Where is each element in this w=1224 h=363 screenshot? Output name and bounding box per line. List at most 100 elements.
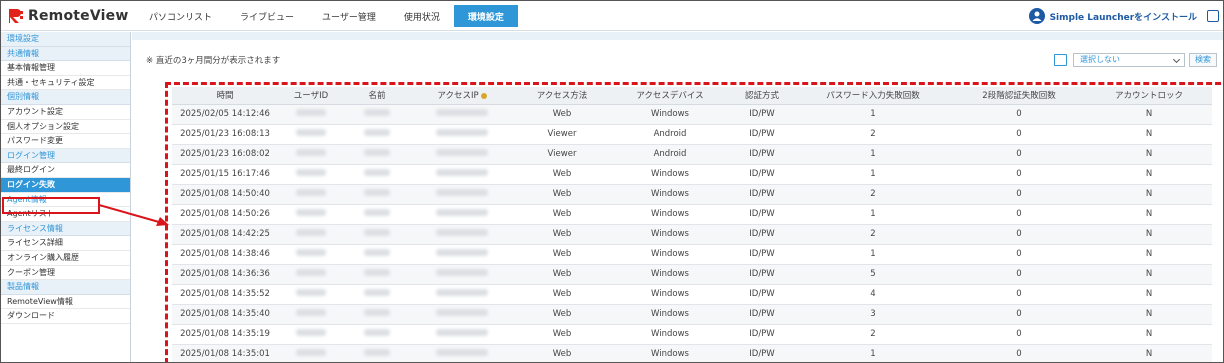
table-cell: Windows: [610, 164, 730, 185]
column-header[interactable]: ユーザID: [278, 87, 344, 105]
table-row[interactable]: 2025/01/08 14:35:40 Web Windows ID/PW 3 0 N: [172, 304, 1212, 325]
table-cell: Android: [610, 124, 730, 145]
redacted-value: [364, 209, 390, 216]
redacted-value: [296, 189, 326, 196]
table-cell: Web: [514, 184, 610, 205]
search-button[interactable]: 検索: [1189, 53, 1217, 67]
table-cell: [344, 244, 410, 265]
redacted-value: [436, 209, 488, 216]
table-cell: [278, 324, 344, 345]
table-cell: N: [1086, 324, 1212, 345]
sidebar-item[interactable]: RemoteView情報: [1, 295, 130, 310]
table-row[interactable]: 2025/01/08 14:50:26 Web Windows ID/PW 1 0 N: [172, 204, 1212, 225]
table-cell: Viewer: [514, 144, 610, 165]
nav-tab[interactable]: 環境設定: [453, 5, 518, 27]
table-cell: 1: [794, 344, 952, 362]
redacted-value: [296, 289, 326, 296]
table-row[interactable]: 2025/01/08 14:50:40 Web Windows ID/PW 2 0 N: [172, 184, 1212, 205]
sidebar-item[interactable]: ダウンロード: [1, 309, 130, 324]
nav-tab[interactable]: パソコンリスト: [135, 5, 226, 27]
table-cell: [344, 284, 410, 305]
table-cell: N: [1086, 244, 1212, 265]
sidebar-item[interactable]: 共通・セキュリティ設定: [1, 76, 130, 91]
table-cell: 5: [794, 264, 952, 285]
table-row[interactable]: 2025/01/08 14:38:46 Web Windows ID/PW 1 0 N: [172, 244, 1212, 265]
column-header[interactable]: 名前: [344, 87, 410, 105]
calendar-icon[interactable]: [1207, 10, 1219, 22]
table-cell: N: [1086, 104, 1212, 125]
table-row[interactable]: 2025/01/08 14:36:36 Web Windows ID/PW 5 0 N: [172, 264, 1212, 285]
table-header-row: 時間 ユーザID 名前 アクセスIP アクセス方法 アクセスデバイス 認証方式 パスワード入力…: [172, 87, 1212, 105]
table-row[interactable]: 2025/01/08 14:35:19 Web Windows ID/PW 2 0 N: [172, 324, 1212, 345]
person-glyph-icon: [1032, 11, 1042, 21]
table-cell: 2025/01/08 14:36:36: [172, 264, 278, 285]
redacted-value: [296, 129, 326, 136]
column-header[interactable]: アカウントロック: [1086, 87, 1212, 105]
person-download-icon[interactable]: [1028, 8, 1045, 24]
sidebar-item[interactable]: 基本情報管理: [1, 61, 130, 76]
table-row[interactable]: 2025/01/08 14:35:52 Web Windows ID/PW 4 0 N: [172, 284, 1212, 305]
sidebar-item[interactable]: オンライン購入履歴: [1, 251, 130, 266]
table-cell: ID/PW: [730, 244, 794, 265]
column-header[interactable]: アクセスIP: [410, 87, 514, 105]
table-cell: N: [1086, 184, 1212, 205]
table-cell: ID/PW: [730, 184, 794, 205]
sidebar-section-header: 共通情報: [1, 46, 130, 62]
table-cell: Web: [514, 164, 610, 185]
column-header[interactable]: パスワード入力失敗回数: [794, 87, 952, 105]
table-cell: 2025/01/23 16:08:02: [172, 144, 278, 165]
redacted-value: [364, 189, 390, 196]
table-cell: 0: [952, 184, 1086, 205]
nav-tab[interactable]: 使用状況: [390, 5, 454, 27]
table-cell: Windows: [610, 224, 730, 245]
sidebar-item[interactable]: ライセンス詳細: [1, 236, 130, 251]
install-simple-launcher-link[interactable]: Simple Launcherをインストール: [1050, 10, 1197, 23]
table-cell: 0: [952, 104, 1086, 125]
table-cell: N: [1086, 144, 1212, 165]
table-row[interactable]: 2025/01/08 14:35:01 Web Windows ID/PW 1 0 N: [172, 344, 1212, 362]
redacted-value: [436, 109, 488, 116]
table-row[interactable]: 2025/01/23 16:08:02 Viewer Android ID/PW 1 0 N: [172, 144, 1212, 165]
redacted-value: [436, 289, 488, 296]
nav-tab[interactable]: ライブビュー: [226, 5, 308, 27]
column-header[interactable]: 2段階認証失敗回数: [952, 87, 1086, 105]
table-cell: 2: [794, 324, 952, 345]
table-row[interactable]: 2025/01/15 16:17:46 Web Windows ID/PW 1 0 N: [172, 164, 1212, 185]
table-cell: [410, 344, 514, 362]
sidebar-item[interactable]: アカウント設定: [1, 105, 130, 120]
sidebar-item[interactable]: ログイン失敗: [1, 177, 130, 193]
redacted-value: [364, 149, 390, 156]
table-cell: ID/PW: [730, 224, 794, 245]
nav-tab[interactable]: ユーザー管理: [308, 5, 390, 27]
sidebar-item[interactable]: クーポン管理: [1, 266, 130, 281]
redacted-value: [364, 249, 390, 256]
sidebar-item[interactable]: 個人オプション設定: [1, 120, 130, 135]
table-cell: ID/PW: [730, 284, 794, 305]
sidebar-item[interactable]: パスワード変更: [1, 134, 130, 149]
table-cell: [410, 104, 514, 125]
table-row[interactable]: 2025/02/05 14:12:46 Web Windows ID/PW 1 0 N: [172, 104, 1212, 125]
table-row[interactable]: 2025/01/23 16:08:13 Viewer Android ID/PW 2 0 N: [172, 124, 1212, 145]
sidebar-item[interactable]: 最終ログイン: [1, 163, 130, 178]
lock-icon: [480, 92, 487, 99]
table-cell: 0: [952, 244, 1086, 265]
table-cell: Windows: [610, 104, 730, 125]
table-cell: N: [1086, 204, 1212, 225]
table-cell: [410, 164, 514, 185]
logo[interactable]: RemoteView: [7, 6, 129, 26]
filter-select[interactable]: 選択しない: [1073, 53, 1185, 67]
redacted-value: [436, 189, 488, 196]
column-header[interactable]: アクセスデバイス: [610, 87, 730, 105]
column-header[interactable]: 時間: [172, 87, 278, 105]
table-cell: 1: [794, 104, 952, 125]
column-header[interactable]: アクセス方法: [514, 87, 610, 105]
redacted-value: [436, 329, 488, 336]
table-cell: 2025/01/08 14:35:40: [172, 304, 278, 325]
table-cell: 0: [952, 204, 1086, 225]
column-header[interactable]: 認証方式: [730, 87, 794, 105]
table-cell: ID/PW: [730, 324, 794, 345]
filter-icon[interactable]: [1054, 54, 1067, 66]
table-row[interactable]: 2025/01/08 14:42:25 Web Windows ID/PW 2 0 N: [172, 224, 1212, 245]
table-cell: ID/PW: [730, 344, 794, 362]
table-cell: [344, 224, 410, 245]
